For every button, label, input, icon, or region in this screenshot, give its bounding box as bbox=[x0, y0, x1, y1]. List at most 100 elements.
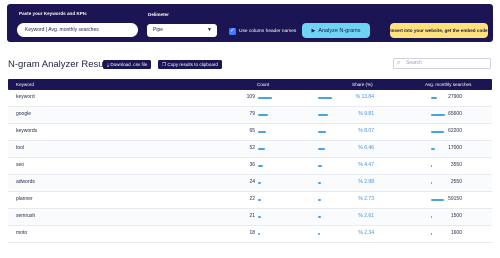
table-row: keyword 109 % 13.84 27900 bbox=[8, 90, 492, 107]
results-table: Keyword Count Share (%) Avg. monthly sea… bbox=[8, 79, 492, 243]
cell-count: 109 bbox=[246, 94, 255, 100]
cell-count: 21 bbox=[249, 213, 255, 219]
cell-share: % 2.73 bbox=[358, 196, 374, 202]
volume-bar bbox=[431, 182, 432, 184]
table-row: keywords 65 % 8.07 62200 bbox=[8, 124, 492, 141]
count-bar bbox=[258, 97, 272, 99]
share-bar bbox=[318, 182, 322, 184]
cell-keyword: tool bbox=[16, 145, 25, 151]
table-header: Keyword Count Share (%) Avg. monthly sea… bbox=[8, 79, 492, 90]
cell-keyword: keyword bbox=[16, 94, 35, 100]
search-input[interactable]: ⌕ Search bbox=[393, 58, 491, 69]
table-body: keyword 109 % 13.84 27900 google 79 % 9.81 6560… bbox=[8, 90, 492, 243]
count-bar bbox=[258, 182, 262, 184]
download-icon: ⤓ bbox=[107, 62, 110, 67]
header-keyword[interactable]: Keyword bbox=[16, 79, 34, 90]
cell-count: 22 bbox=[249, 196, 255, 202]
cell-volume: 65600 bbox=[448, 111, 462, 117]
delimiter-label: Delimeter bbox=[148, 12, 169, 17]
cell-share: % 6.46 bbox=[358, 145, 374, 151]
cell-share: % 2.61 bbox=[358, 213, 374, 219]
table-row: moto 18 % 2.34 1600 bbox=[8, 226, 492, 243]
header-share[interactable]: Share (%) bbox=[352, 79, 373, 90]
analyze-button-label: Analyze N-grams bbox=[318, 27, 361, 34]
search-icon: ⌕ bbox=[397, 60, 401, 66]
download-csv-button[interactable]: ⤓ Download .csv file bbox=[103, 60, 152, 69]
cell-volume: 1600 bbox=[450, 230, 462, 236]
count-bar bbox=[258, 114, 269, 116]
clipboard-icon: ❐ bbox=[162, 62, 167, 67]
table-row: tool 52 % 6.46 17000 bbox=[8, 141, 492, 158]
download-csv-label: Download .csv file bbox=[110, 62, 148, 67]
share-bar bbox=[318, 114, 328, 116]
count-bar bbox=[258, 165, 263, 167]
cell-keyword: google bbox=[16, 111, 32, 117]
count-bar bbox=[258, 233, 261, 235]
volume-bar bbox=[431, 114, 445, 116]
embed-code-button[interactable]: Insert into your website, get the embed … bbox=[390, 23, 488, 38]
cell-keyword: adwords bbox=[16, 179, 35, 185]
cell-count: 65 bbox=[249, 128, 255, 134]
cell-keyword: moto bbox=[16, 230, 28, 236]
cell-count: 52 bbox=[249, 145, 255, 151]
cell-keyword: planner bbox=[16, 196, 33, 202]
cell-share: % 8.07 bbox=[358, 128, 374, 134]
copy-clipboard-label: Copy results to clipboard bbox=[167, 62, 218, 67]
keywords-label: Paste your Keywords and KPIs bbox=[19, 11, 87, 16]
table-row: google 79 % 9.81 65600 bbox=[8, 107, 492, 124]
count-bar bbox=[258, 131, 267, 133]
volume-bar bbox=[431, 131, 445, 133]
cell-share: % 4.47 bbox=[358, 162, 374, 168]
chevron-down-icon: ▼ bbox=[207, 27, 212, 33]
table-row: semrush 21 % 2.61 1500 bbox=[8, 209, 492, 226]
share-bar bbox=[318, 199, 321, 201]
cell-volume: 1500 bbox=[450, 213, 462, 219]
cell-volume: 27900 bbox=[448, 94, 462, 100]
search-placeholder: Search bbox=[406, 60, 422, 66]
count-bar bbox=[258, 148, 265, 150]
table-row: seo 36 % 4.47 3550 bbox=[8, 158, 492, 175]
cell-share: % 13.84 bbox=[355, 94, 374, 100]
share-bar bbox=[318, 233, 321, 235]
cell-count: 79 bbox=[249, 111, 255, 117]
cell-volume: 59150 bbox=[448, 196, 462, 202]
results-title: N-gram Analyzer Results bbox=[8, 59, 114, 70]
share-bar bbox=[318, 97, 332, 99]
share-bar bbox=[318, 131, 327, 133]
delimiter-value: Pipe bbox=[153, 27, 164, 33]
cell-count: 18 bbox=[249, 230, 255, 236]
cell-volume: 62200 bbox=[448, 128, 462, 134]
volume-bar bbox=[431, 148, 435, 150]
table-row: adwords 24 % 2.98 2550 bbox=[8, 175, 492, 192]
header-volume[interactable]: Avg. monthly searches bbox=[425, 79, 471, 90]
controls-panel: Paste your Keywords and KPIs Keyword | A… bbox=[7, 4, 493, 42]
volume-bar bbox=[431, 165, 432, 167]
count-bar bbox=[258, 216, 261, 218]
delimiter-select[interactable]: Pipe ▼ bbox=[147, 24, 217, 37]
cell-volume: 2550 bbox=[450, 179, 462, 185]
play-icon: ▶ bbox=[311, 27, 316, 34]
share-bar bbox=[318, 216, 321, 218]
share-bar bbox=[318, 148, 325, 150]
cell-share: % 9.81 bbox=[358, 111, 374, 117]
cell-count: 24 bbox=[249, 179, 255, 185]
header-checkbox-row[interactable]: ✓ Use column header names bbox=[229, 27, 296, 35]
count-bar bbox=[258, 199, 261, 201]
cell-share: % 2.98 bbox=[358, 179, 374, 185]
share-bar bbox=[318, 165, 323, 167]
table-row: planner 22 % 2.73 59150 bbox=[8, 192, 492, 209]
header-checkbox-label: Use column header names bbox=[239, 28, 297, 34]
cell-count: 36 bbox=[249, 162, 255, 168]
cell-share: % 2.34 bbox=[358, 230, 374, 236]
cell-volume: 17000 bbox=[448, 145, 462, 151]
cell-keyword: keywords bbox=[16, 128, 38, 134]
cell-keyword: seo bbox=[16, 162, 25, 168]
analyze-button[interactable]: ▶ Analyze N-grams bbox=[302, 23, 370, 38]
header-count[interactable]: Count bbox=[257, 79, 269, 90]
copy-clipboard-button[interactable]: ❐ Copy results to clipboard bbox=[158, 60, 222, 69]
checkbox-checked-icon[interactable]: ✓ bbox=[229, 27, 236, 35]
volume-bar bbox=[431, 199, 444, 201]
keywords-input[interactable]: Keyword | Avg. monthly searches bbox=[17, 23, 138, 37]
volume-bar bbox=[431, 97, 438, 99]
cell-volume: 3550 bbox=[450, 162, 462, 168]
